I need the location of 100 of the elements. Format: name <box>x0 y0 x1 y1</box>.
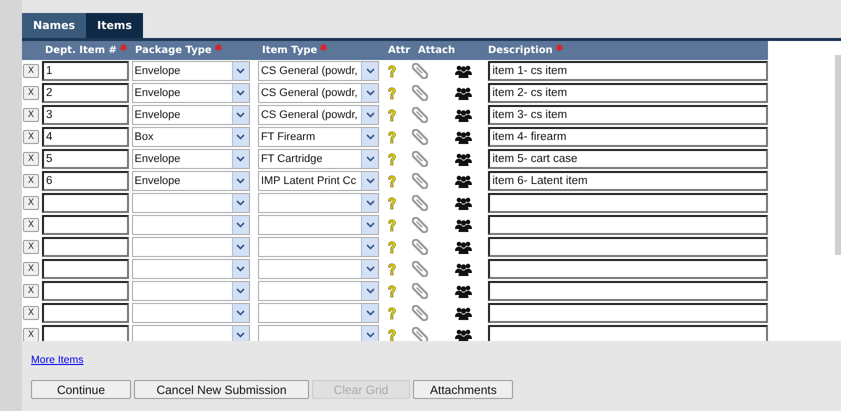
remove-button[interactable]: X <box>23 196 39 210</box>
dropdown[interactable]: Box <box>132 127 250 147</box>
remove-button[interactable]: X <box>23 218 39 232</box>
paperclip-icon[interactable] <box>412 327 428 341</box>
dropdown[interactable]: CS General (powdr, <box>258 61 380 81</box>
dropdown[interactable]: FT Firearm <box>258 127 380 147</box>
question-icon[interactable] <box>387 152 398 166</box>
column-header: Attr <box>388 45 410 56</box>
people-icon[interactable] <box>455 262 472 276</box>
paperclip-icon[interactable] <box>412 283 428 299</box>
paperclip-icon[interactable] <box>412 129 428 145</box>
question-icon[interactable] <box>387 284 398 298</box>
people-icon[interactable] <box>455 152 472 166</box>
input-field[interactable]: item 1- cs item <box>488 61 768 81</box>
question-icon[interactable] <box>387 108 398 122</box>
input-field[interactable]: item 5- cart case <box>488 149 768 169</box>
people-icon[interactable] <box>455 64 472 78</box>
dropdown[interactable]: CS General (powdr, <box>258 83 380 103</box>
paperclip-icon[interactable] <box>412 63 428 79</box>
input-field[interactable] <box>488 325 768 341</box>
question-icon[interactable] <box>387 174 398 188</box>
people-icon[interactable] <box>455 306 472 320</box>
people-icon[interactable] <box>455 196 472 210</box>
input-field[interactable]: 5 <box>42 149 129 169</box>
remove-button[interactable]: X <box>23 262 39 276</box>
input-field[interactable]: 1 <box>42 61 129 81</box>
remove-button[interactable]: X <box>23 328 39 341</box>
input-field[interactable]: item 2- cs item <box>488 83 768 103</box>
input-field[interactable] <box>488 237 768 257</box>
paperclip-icon[interactable] <box>412 151 428 167</box>
input-field[interactable] <box>42 325 129 341</box>
input-field[interactable] <box>42 281 129 301</box>
input-field[interactable] <box>42 193 129 213</box>
people-icon[interactable] <box>455 174 472 188</box>
input-field[interactable] <box>42 303 129 323</box>
paperclip-icon[interactable] <box>412 239 428 255</box>
question-icon[interactable] <box>387 64 398 78</box>
input-field[interactable] <box>488 193 768 213</box>
people-icon[interactable] <box>455 130 472 144</box>
paperclip-icon[interactable] <box>412 173 428 189</box>
input-field[interactable]: 3 <box>42 105 129 125</box>
paperclip-icon[interactable] <box>412 305 428 321</box>
dropdown[interactable]: Envelope <box>132 61 250 81</box>
input-field[interactable] <box>42 215 129 235</box>
dropdown[interactable]: FT Cartridge <box>258 149 380 169</box>
question-icon[interactable] <box>387 86 398 100</box>
dropdown[interactable]: Envelope <box>132 105 250 125</box>
people-icon[interactable] <box>455 240 472 254</box>
paperclip-icon[interactable] <box>412 85 428 101</box>
remove-button[interactable]: X <box>23 130 39 144</box>
dropdown[interactable]: Envelope <box>132 171 250 191</box>
question-icon[interactable] <box>387 328 398 341</box>
question-icon[interactable] <box>387 130 398 144</box>
column-header: Item Type <box>262 45 318 56</box>
dropdown[interactable]: IMP Latent Print Cc <box>258 171 380 191</box>
people-icon[interactable] <box>455 218 472 232</box>
input-field[interactable]: 4 <box>42 127 129 147</box>
remove-button[interactable]: X <box>23 86 39 100</box>
input-field[interactable] <box>42 237 129 257</box>
paperclip-icon[interactable] <box>412 195 428 211</box>
dropdown[interactable]: Envelope <box>132 83 250 103</box>
action-button[interactable]: Continue <box>31 380 131 399</box>
input-field[interactable]: item 6- Latent item <box>488 171 768 191</box>
input-field[interactable] <box>488 281 768 301</box>
remove-button[interactable]: X <box>23 306 39 320</box>
column-header: Package Type <box>135 45 212 56</box>
more-items-link[interactable]: More Items <box>31 354 84 366</box>
question-icon[interactable] <box>387 240 398 254</box>
tab[interactable]: Items <box>86 13 143 38</box>
input-field[interactable] <box>42 259 129 279</box>
people-icon[interactable] <box>455 108 472 122</box>
dropdown[interactable]: Envelope <box>132 149 250 169</box>
input-field[interactable] <box>488 215 768 235</box>
question-icon[interactable] <box>387 262 398 276</box>
input-field[interactable]: item 3- cs item <box>488 105 768 125</box>
people-icon[interactable] <box>455 86 472 100</box>
paperclip-icon[interactable] <box>412 217 428 233</box>
input-field[interactable] <box>488 303 768 323</box>
remove-button[interactable]: X <box>23 152 39 166</box>
remove-button[interactable]: X <box>23 174 39 188</box>
dropdown[interactable]: CS General (powdr, <box>258 105 380 125</box>
tab[interactable]: Names <box>22 13 86 38</box>
question-icon[interactable] <box>387 218 398 232</box>
remove-button[interactable]: X <box>23 108 39 122</box>
remove-button[interactable]: X <box>23 284 39 298</box>
column-header: Dept. Item # <box>45 45 117 56</box>
remove-button[interactable]: X <box>23 64 39 78</box>
paperclip-icon[interactable] <box>412 261 428 277</box>
input-field[interactable] <box>488 259 768 279</box>
question-icon[interactable] <box>387 306 398 320</box>
input-field[interactable]: item 4- firearm <box>488 127 768 147</box>
people-icon[interactable] <box>455 328 472 341</box>
question-icon[interactable] <box>387 196 398 210</box>
paperclip-icon[interactable] <box>412 107 428 123</box>
people-icon[interactable] <box>455 284 472 298</box>
action-button[interactable]: Attachments <box>413 380 513 399</box>
remove-button[interactable]: X <box>23 240 39 254</box>
action-button[interactable]: Cancel New Submission <box>134 380 309 399</box>
input-field[interactable]: 2 <box>42 83 129 103</box>
input-field[interactable]: 6 <box>42 171 129 191</box>
